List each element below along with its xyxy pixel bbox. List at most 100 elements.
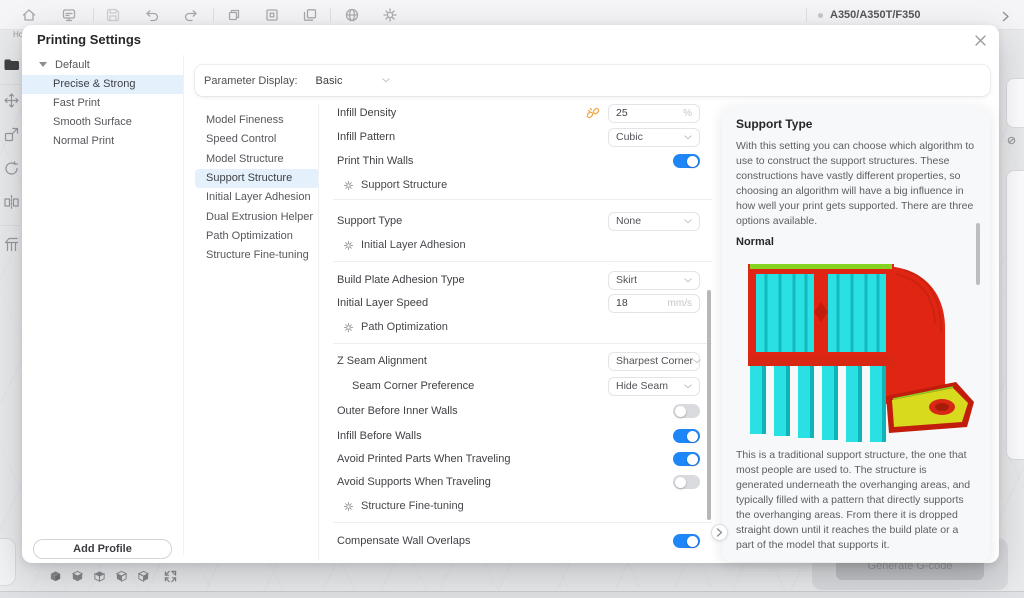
nav-divider xyxy=(318,103,319,561)
setting-label: Infill Before Walls xyxy=(337,430,422,442)
app-window: Generate G-code A350/A350T/F350 Home xyxy=(0,0,1024,598)
left-view-icon[interactable] xyxy=(115,570,128,583)
settings-scrollbar[interactable] xyxy=(707,290,711,520)
profile-item-smooth-surface[interactable]: Smooth Surface xyxy=(22,113,183,132)
section-header-initial-layer-adhesion[interactable]: Initial Layer Adhesion xyxy=(343,237,466,253)
infill-before-walls-toggle[interactable] xyxy=(673,429,700,443)
support-tool-icon[interactable] xyxy=(3,236,20,253)
setting-label: Initial Layer Speed xyxy=(337,297,429,309)
mirror-tool-icon[interactable] xyxy=(3,194,20,211)
outer-before-inner-toggle[interactable] xyxy=(673,404,700,418)
duplicate-icon[interactable] xyxy=(302,7,318,23)
avoid-printed-parts-toggle[interactable] xyxy=(673,452,700,466)
toolbar-separator xyxy=(213,8,214,22)
initial-layer-speed-input[interactable]: 18 mm/s xyxy=(608,293,700,313)
redo-icon[interactable] xyxy=(183,7,199,23)
input-value: 18 xyxy=(616,297,628,309)
setting-row-outer-before-inner: Outer Before Inner Walls xyxy=(337,401,710,421)
dialog-title: Printing Settings xyxy=(37,32,141,47)
nav-item-support-structure[interactable]: Support Structure xyxy=(195,169,319,188)
section-header-structure-fine-tuning[interactable]: Structure Fine-tuning xyxy=(343,498,464,514)
toggle-knob xyxy=(687,535,698,547)
z-seam-alignment-select[interactable]: Sharpest Corner xyxy=(608,351,700,371)
view-toolbar xyxy=(49,570,177,583)
open-file-icon[interactable] xyxy=(3,56,20,73)
input-value: 25 xyxy=(616,107,628,119)
collapse-help-button[interactable] xyxy=(711,524,728,541)
seam-corner-preference-select[interactable]: Hide Seam xyxy=(608,376,700,396)
gear-icon xyxy=(343,501,354,512)
workspace-icon[interactable] xyxy=(61,7,77,23)
home-icon[interactable] xyxy=(21,7,37,23)
select-region-icon[interactable] xyxy=(264,7,280,23)
infill-pattern-select[interactable]: Cubic xyxy=(608,127,700,147)
setting-row-z-seam-alignment: Z Seam Alignment Sharpest Corner xyxy=(337,351,710,371)
chevron-down-icon[interactable] xyxy=(382,78,390,83)
setting-label: Infill Density xyxy=(337,107,397,119)
parameter-display-bar: Parameter Display: Basic xyxy=(195,65,990,96)
help-panel: Support Type With this setting you can c… xyxy=(722,106,990,562)
toggle-knob xyxy=(687,453,698,465)
unlink-icon[interactable] xyxy=(586,106,600,120)
profile-item-precise-strong[interactable]: Precise & Strong xyxy=(22,75,183,94)
toggle-knob xyxy=(675,405,686,417)
background-card xyxy=(1006,170,1024,460)
chevron-right-icon[interactable] xyxy=(1000,9,1011,22)
profile-group-default[interactable]: Default xyxy=(22,55,183,74)
nav-item-speed-control[interactable]: Speed Control xyxy=(195,130,319,149)
scale-tool-icon[interactable] xyxy=(3,126,20,143)
isometric-view-icon[interactable] xyxy=(49,570,62,583)
rotate-tool-icon[interactable] xyxy=(3,160,20,177)
add-profile-button[interactable]: Add Profile xyxy=(33,539,172,559)
nav-item-model-structure[interactable]: Model Structure xyxy=(195,150,319,169)
select-value: None xyxy=(616,215,642,227)
help-panel-scrollbar[interactable] xyxy=(976,223,980,285)
nav-item-initial-layer-adhesion[interactable]: Initial Layer Adhesion xyxy=(195,188,319,207)
profile-item-fast-print[interactable]: Fast Print xyxy=(22,94,183,113)
compensate-wall-overlaps-toggle[interactable] xyxy=(673,534,700,548)
support-type-select[interactable]: None xyxy=(608,211,700,231)
section-header-path-optimization[interactable]: Path Optimization xyxy=(343,319,448,335)
settings-gear-icon[interactable] xyxy=(382,7,398,23)
section-header-label: Initial Layer Adhesion xyxy=(361,239,466,251)
select-value: Cubic xyxy=(616,131,643,143)
setting-label: Infill Pattern xyxy=(337,131,396,143)
parameter-display-value[interactable]: Basic xyxy=(316,75,343,87)
infill-density-input[interactable]: 25 % xyxy=(608,103,700,123)
chevron-down-icon xyxy=(684,384,692,389)
print-thin-walls-toggle[interactable] xyxy=(673,154,700,168)
nav-item-model-fineness[interactable]: Model Fineness xyxy=(195,111,319,130)
machine-name: A350/A350T/F350 xyxy=(830,9,921,21)
setting-label: Build Plate Adhesion Type xyxy=(337,274,465,286)
gear-icon xyxy=(343,240,354,251)
help-title: Support Type xyxy=(736,117,813,131)
nav-item-path-optimization[interactable]: Path Optimization xyxy=(195,227,319,246)
background-card xyxy=(1006,78,1024,128)
build-plate-adhesion-select[interactable]: Skirt xyxy=(608,270,700,290)
divider xyxy=(333,522,712,523)
fit-view-icon[interactable] xyxy=(164,570,177,583)
undo-icon[interactable] xyxy=(144,7,160,23)
toggle-knob xyxy=(687,430,698,442)
rail-separator xyxy=(0,84,20,85)
avoid-supports-toggle[interactable] xyxy=(673,475,700,489)
move-tool-icon[interactable] xyxy=(3,92,20,109)
setting-label: Z Seam Alignment xyxy=(337,355,427,367)
toggle-knob xyxy=(675,476,686,488)
right-panel-edge xyxy=(1002,30,1024,598)
setting-row-seam-corner-preference: Seam Corner Preference Hide Seam xyxy=(337,376,710,396)
nav-item-structure-fine-tuning[interactable]: Structure Fine-tuning xyxy=(195,246,319,265)
profile-item-normal-print[interactable]: Normal Print xyxy=(22,132,183,151)
top-view-icon[interactable] xyxy=(93,570,106,583)
section-header-support-structure[interactable]: Support Structure xyxy=(343,177,447,193)
setting-label: Compensate Wall Overlaps xyxy=(337,535,471,547)
right-view-icon[interactable] xyxy=(137,570,150,583)
front-view-icon[interactable] xyxy=(71,570,84,583)
nav-item-dual-extrusion-helper[interactable]: Dual Extrusion Helper xyxy=(195,208,319,227)
globe-icon[interactable] xyxy=(344,7,360,23)
section-header-label: Structure Fine-tuning xyxy=(361,500,464,512)
copy-icon[interactable] xyxy=(226,7,242,23)
toolbar-separator xyxy=(806,8,807,22)
save-icon[interactable] xyxy=(105,7,121,23)
close-icon[interactable] xyxy=(974,34,987,47)
